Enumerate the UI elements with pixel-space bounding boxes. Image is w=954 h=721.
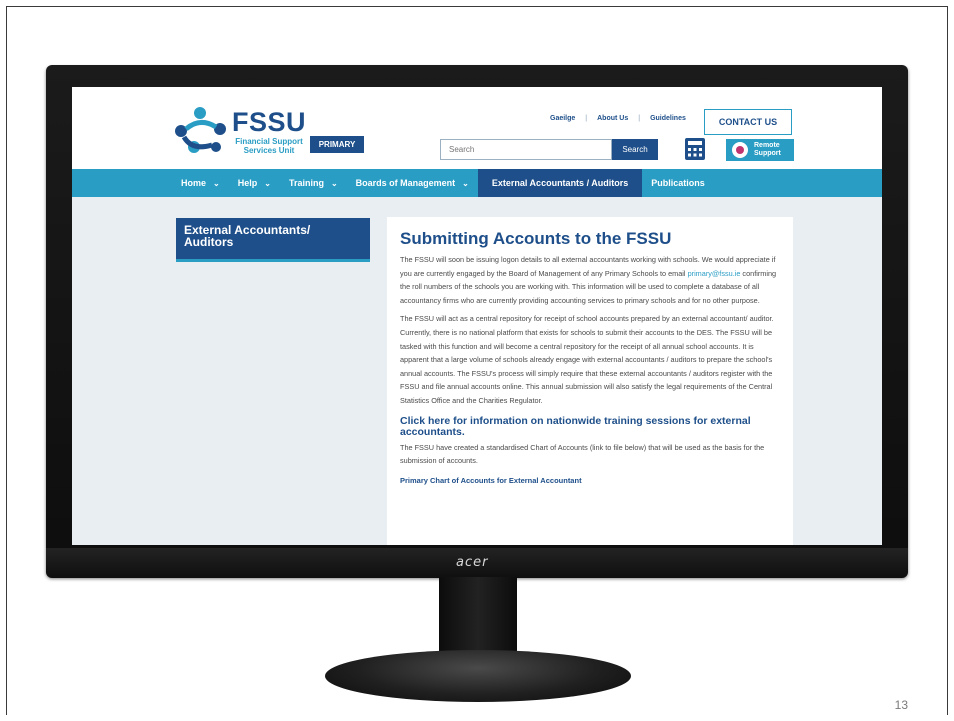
nav-training[interactable]: Training ⌄ xyxy=(280,169,347,197)
nav-boards-label: Boards of Management xyxy=(355,178,456,188)
chevron-down-icon: ⌄ xyxy=(264,178,271,188)
sidebar-section-title[interactable]: External Accountants/ Auditors xyxy=(176,218,370,262)
top-link-guidelines[interactable]: Guidelines xyxy=(650,115,686,122)
chart-of-accounts-file-link[interactable]: Primary Chart of Accounts for External A… xyxy=(400,476,781,485)
logo-subtitle-line2: Services Unit xyxy=(243,146,295,155)
nav-help[interactable]: Help ⌄ xyxy=(229,169,280,197)
logo-title[interactable]: FSSU xyxy=(232,107,306,138)
page-title: Submitting Accounts to the FSSU xyxy=(400,229,672,248)
link-separator: | xyxy=(585,115,588,122)
nav-publications-label: Publications xyxy=(651,178,705,188)
monitor-screen: FSSU Financial Support Services Unit PRI… xyxy=(72,87,882,545)
remote-support-line2: Support xyxy=(754,150,781,157)
remote-support-icon xyxy=(732,142,748,158)
search-input[interactable] xyxy=(440,139,612,160)
contact-us-button[interactable]: CONTACT US xyxy=(704,109,792,135)
repository-paragraph: The FSSU will act as a central repositor… xyxy=(400,314,774,405)
monitor-stand-base xyxy=(325,650,631,702)
monitor-brand-logo: acer xyxy=(456,555,489,570)
primary-badge: PRIMARY xyxy=(310,136,364,153)
chevron-down-icon: ⌄ xyxy=(330,178,338,188)
chevron-down-icon: ⌄ xyxy=(213,178,220,188)
email-link[interactable]: primary@fssu.ie xyxy=(688,269,741,278)
site-header: FSSU Financial Support Services Unit PRI… xyxy=(72,87,882,169)
remote-support-button[interactable]: Remote Support xyxy=(726,139,794,161)
nav-external-accountants-label: External Accountants / Auditors xyxy=(491,178,629,188)
nav-external-accountants[interactable]: External Accountants / Auditors xyxy=(477,169,643,197)
nav-training-label: Training xyxy=(288,178,324,188)
main-content: Submitting Accounts to the FSSU The FSSU… xyxy=(387,217,793,545)
monitor-stand-neck xyxy=(439,577,517,657)
top-links: Gaeilge | About Us | Guidelines xyxy=(550,115,686,122)
top-link-about-us[interactable]: About Us xyxy=(597,115,628,122)
sidebar-title-line2: Auditors xyxy=(184,235,234,249)
slide-number: 13 xyxy=(894,698,908,712)
main-nav: Home ⌄ Help ⌄ Training ⌄ Boards of Manageme… xyxy=(72,169,882,197)
nav-home-label: Home xyxy=(181,178,207,188)
nav-boards-of-management[interactable]: Boards of Management ⌄ xyxy=(347,169,478,197)
link-separator: | xyxy=(638,115,641,122)
chart-of-accounts-paragraph: The FSSU have created a standardised Cha… xyxy=(400,442,765,466)
training-sessions-link[interactable]: Click here for information on nationwide… xyxy=(400,415,781,438)
nav-home[interactable]: Home ⌄ xyxy=(172,169,229,197)
remote-support-line1: Remote xyxy=(754,142,780,149)
logo-subtitle: Financial Support Services Unit xyxy=(234,137,304,155)
calculator-icon[interactable] xyxy=(684,137,706,161)
intro-paragraph: The FSSU will soon be issuing logon deta… xyxy=(400,253,781,307)
logo-subtitle-line1: Financial Support xyxy=(235,137,303,146)
nav-publications[interactable]: Publications xyxy=(642,169,714,197)
fssu-logo-icon xyxy=(175,107,226,153)
nav-help-label: Help xyxy=(237,178,258,188)
top-link-gaeilge[interactable]: Gaeilge xyxy=(550,115,575,122)
search-button[interactable]: Search xyxy=(612,139,658,160)
chevron-down-icon: ⌄ xyxy=(462,178,469,188)
